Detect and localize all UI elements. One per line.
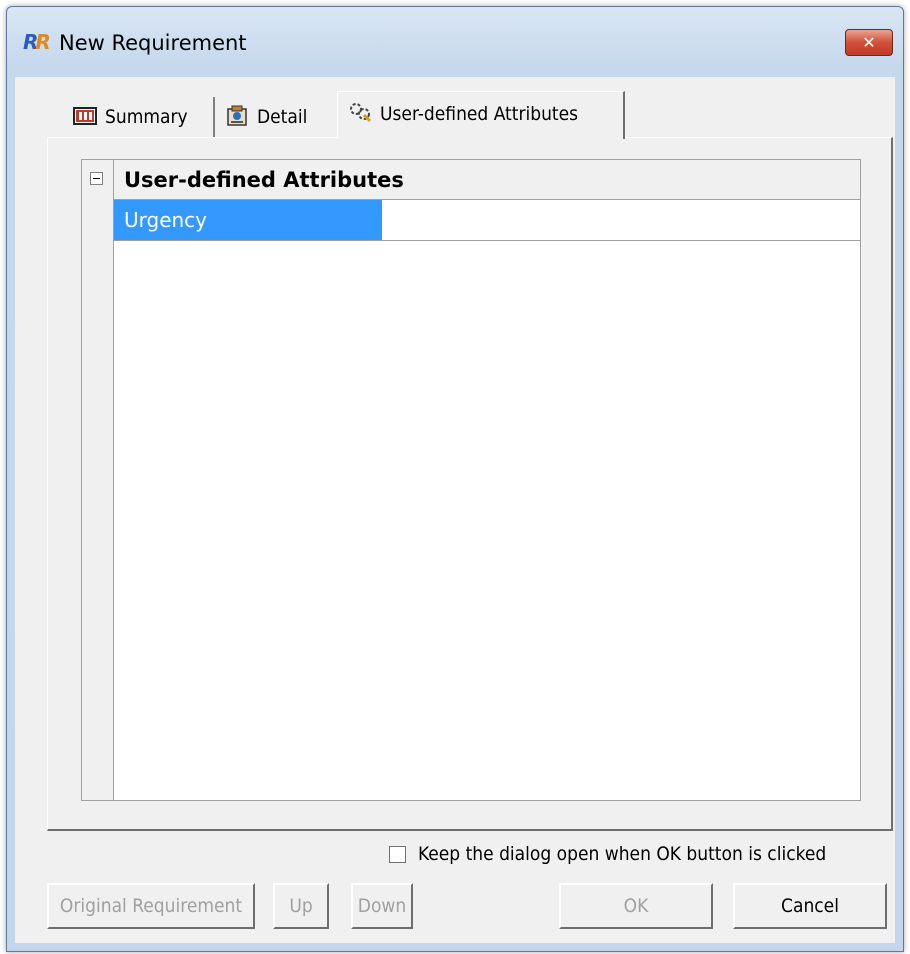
summary-book-icon: [73, 100, 97, 125]
detail-clipboard-icon: [225, 100, 249, 126]
ok-button[interactable]: OK: [559, 883, 713, 929]
attributes-gears-icon: [348, 95, 372, 123]
tab-summary-label: Summary: [105, 106, 188, 128]
dialog-client-area: Summary Detail User-defined Attributes U…: [15, 77, 895, 943]
title-bar[interactable]: RR New Requirement ✕: [7, 7, 903, 77]
keep-open-checkbox[interactable]: [389, 846, 406, 863]
category-row[interactable]: User-defined Attributes: [114, 160, 860, 200]
category-label: User-defined Attributes: [124, 168, 404, 192]
keep-open-option[interactable]: Keep the dialog open when OK button is c…: [389, 843, 826, 867]
app-logo-icon: RR: [23, 30, 51, 54]
tab-user-defined-attributes-label: User-defined Attributes: [380, 103, 579, 125]
cancel-button[interactable]: Cancel: [733, 883, 887, 929]
original-requirement-button[interactable]: Original Requirement: [47, 883, 255, 929]
tab-detail[interactable]: Detail: [219, 97, 339, 137]
tab-user-defined-attributes[interactable]: User-defined Attributes: [337, 91, 625, 139]
property-grid: User-defined Attributes Urgency: [81, 159, 861, 801]
tab-summary[interactable]: Summary: [65, 97, 215, 137]
property-row-urgency[interactable]: Urgency: [114, 200, 860, 241]
close-button[interactable]: ✕: [845, 29, 893, 56]
tab-detail-label: Detail: [257, 106, 308, 128]
keep-open-label: Keep the dialog open when OK button is c…: [418, 843, 827, 865]
window-title: New Requirement: [59, 31, 247, 55]
dialog-window: RR New Requirement ✕ Summary Detail User…: [6, 6, 904, 952]
up-button[interactable]: Up: [273, 883, 329, 929]
grid-gutter: [82, 160, 114, 800]
property-name-urgency[interactable]: Urgency: [114, 200, 382, 240]
down-button[interactable]: Down: [351, 883, 413, 929]
property-value-urgency[interactable]: [382, 200, 860, 240]
collapse-category-button[interactable]: [90, 172, 103, 185]
